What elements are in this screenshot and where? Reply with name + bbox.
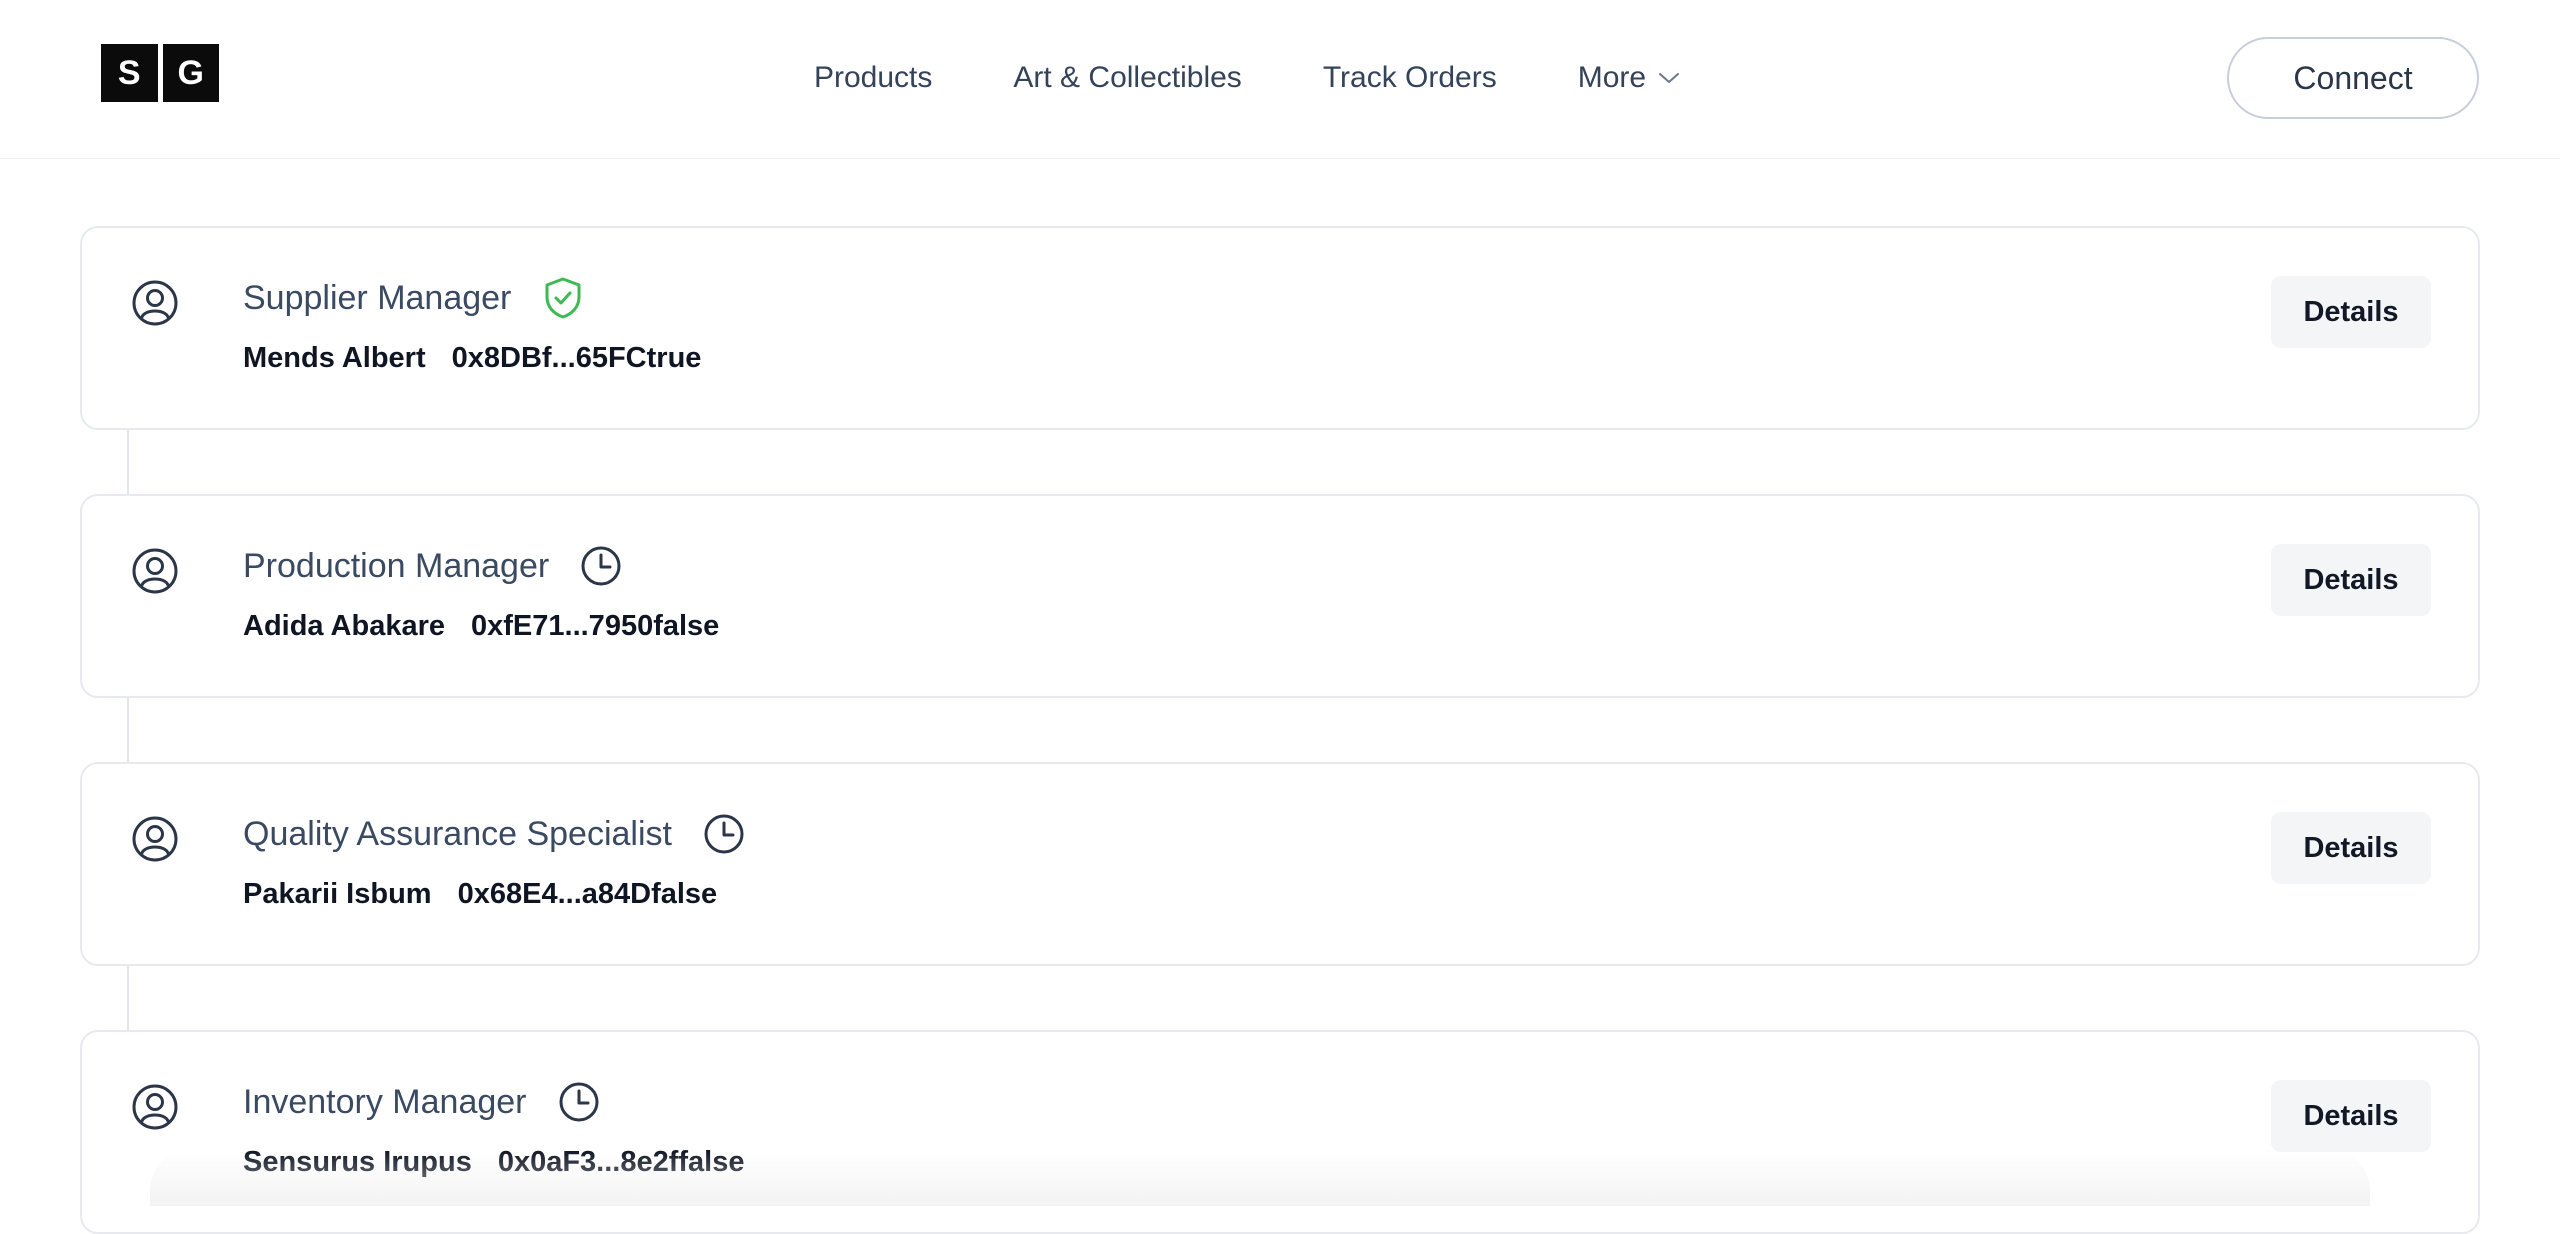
nav-products[interactable]: Products — [814, 61, 932, 95]
verified-shield-icon — [541, 276, 585, 320]
details-button[interactable]: Details — [2271, 276, 2431, 348]
role-title: Production Manager — [243, 546, 550, 585]
clock-icon — [557, 1080, 601, 1124]
details-button[interactable]: Details — [2271, 544, 2431, 616]
role-card: Supplier Manager Mends Albert 0x8DBf...6… — [80, 226, 2480, 430]
details-button[interactable]: Details — [2271, 812, 2431, 884]
logo-letter-g: G — [177, 53, 204, 92]
clock-icon — [702, 812, 746, 856]
wallet-address: 0x0aF3...8e2ffalse — [497, 1145, 745, 1178]
nav-more-label: More — [1577, 61, 1647, 94]
member-info: Mends Albert 0x8DBf...65FCtrue — [243, 338, 701, 378]
user-avatar-icon — [130, 546, 180, 596]
top-navbar: S G Products Art & Collectibles Track Or… — [0, 0, 2560, 159]
user-avatar-icon — [130, 814, 180, 864]
role-row: Production Manager — [243, 542, 623, 590]
role-row: Quality Assurance Specialist — [243, 810, 746, 858]
role-card: Production Manager Adida Abakare 0xfE71.… — [80, 494, 2480, 698]
logo-letter-s: S — [117, 53, 141, 92]
role-title: Quality Assurance Specialist — [243, 814, 672, 853]
wallet-address: 0x68E4...a84Dfalse — [457, 877, 718, 910]
role-row: Inventory Manager — [243, 1078, 601, 1126]
member-info: Adida Abakare 0xfE71...7950false — [243, 606, 719, 646]
user-avatar-icon — [130, 1082, 180, 1132]
user-avatar-icon — [130, 278, 180, 328]
main-nav: Products Art & Collectibles Track Orders… — [814, 50, 1680, 106]
details-button[interactable]: Details — [2271, 1080, 2431, 1152]
member-name: Pakarii Isbum — [243, 877, 432, 910]
chevron-down-icon — [1658, 71, 1680, 85]
role-row: Supplier Manager — [243, 274, 585, 322]
role-card: Inventory Manager Sensurus Irupus 0x0aF3… — [80, 1030, 2480, 1234]
member-info: Pakarii Isbum 0x68E4...a84Dfalse — [243, 874, 717, 914]
sg-logo[interactable]: S G — [101, 44, 219, 102]
nav-art-collectibles[interactable]: Art & Collectibles — [1013, 61, 1241, 95]
member-name: Mends Albert — [243, 341, 426, 374]
wallet-address: 0x8DBf...65FCtrue — [451, 341, 702, 374]
wallet-address: 0xfE71...7950false — [471, 609, 720, 642]
member-name: Sensurus Irupus — [243, 1145, 472, 1178]
nav-track-orders[interactable]: Track Orders — [1323, 61, 1497, 95]
role-title: Inventory Manager — [243, 1082, 527, 1121]
connect-wallet-button[interactable]: Connect — [2227, 37, 2479, 119]
role-title: Supplier Manager — [243, 278, 512, 317]
member-info: Sensurus Irupus 0x0aF3...8e2ffalse — [243, 1142, 745, 1182]
clock-icon — [579, 544, 623, 588]
nav-more[interactable]: More — [1578, 61, 1680, 95]
role-card: Quality Assurance Specialist Pakarii Isb… — [80, 762, 2480, 966]
member-name: Adida Abakare — [243, 609, 445, 642]
